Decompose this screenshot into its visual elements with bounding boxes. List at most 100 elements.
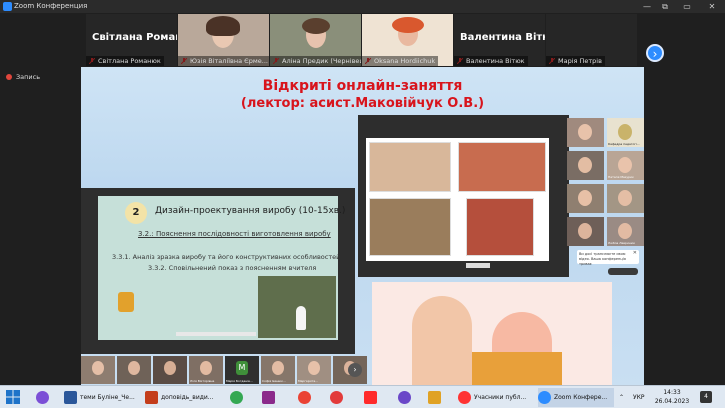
participant-video (618, 157, 632, 173)
participant-name-large: Світлана Роман... (92, 32, 177, 43)
participant-video (200, 361, 212, 375)
participant-caption: Марія Петрів (546, 56, 605, 66)
participant-video (578, 223, 592, 239)
opera-icon (330, 391, 343, 404)
participant-video (618, 190, 632, 206)
taskbar-powerpoint[interactable]: доповідь_види... (145, 388, 221, 407)
language-indicator[interactable]: УКР (633, 388, 645, 407)
maximize-button[interactable]: ▭ (678, 0, 696, 13)
system-clock[interactable]: 14:33 26.04.2023 (650, 388, 694, 406)
participant-caption: Oksana Hordiichuk (362, 56, 439, 66)
participant-tile[interactable]: Валентина Вітюк Валентина Вітюк (454, 14, 545, 66)
record-dot-icon (6, 74, 12, 80)
participant-video (578, 157, 592, 173)
gallery-tile[interactable]: Ліля Вікторівна (189, 356, 223, 384)
taskbar-files[interactable] (428, 388, 446, 407)
zoom-window: Zoom Конференция — ⧉ ▭ ✕ Світлана Роман.… (0, 0, 725, 385)
gallery-caption: Маргарита... (298, 379, 319, 383)
chevron-right-icon: › (353, 365, 357, 374)
presentation-toolbar[interactable] (176, 332, 256, 336)
chrome-icon (230, 391, 243, 404)
taskbar-yandex[interactable] (364, 388, 382, 407)
gallery-tile[interactable] (567, 151, 604, 180)
zoom-logo-icon (3, 2, 12, 11)
yandex-icon (364, 391, 377, 404)
gallery-tile[interactable]: Любов Лавринюк (607, 217, 644, 246)
classroom-photo (458, 142, 546, 192)
taskbar-word[interactable]: теми Буліне_Че... (64, 388, 140, 407)
presentation-slide: 2 Дизайн-проектування виробу (10-15хв.) … (98, 196, 345, 340)
gallery-tile[interactable]: Софія Іванюк... (261, 356, 295, 384)
next-page-button[interactable]: › (646, 44, 664, 62)
gallery-tile[interactable] (117, 356, 151, 384)
slide-subheading: 3.2.: Пояснення послідовності виготовлен… (138, 230, 331, 238)
gallery-tile[interactable] (567, 118, 604, 147)
shared-screen: Відкриті онлайн-заняття (лектор: асист.М… (81, 67, 644, 385)
share-controls[interactable] (608, 268, 638, 275)
gallery-tile[interactable] (607, 184, 644, 213)
participant-caption: Світлана Романюк (86, 56, 164, 66)
gallery-next-button[interactable]: › (348, 363, 362, 377)
close-button[interactable]: ✕ (703, 0, 721, 13)
notifications-button[interactable]: 4 (700, 391, 712, 403)
gallery-tile[interactable] (153, 356, 187, 384)
gallery-tile[interactable]: Наталя Мазурик (607, 151, 644, 180)
participant-video (272, 361, 284, 375)
taskbar-opera[interactable] (330, 388, 348, 407)
taskbar-label: Учасники публ... (474, 394, 527, 401)
children-crafts-photo (372, 282, 612, 385)
windows-start-icon[interactable] (6, 390, 20, 404)
taskbar-label: доповідь_види... (161, 394, 214, 401)
clock-date: 26.04.2023 (654, 398, 690, 405)
zoom-icon (538, 391, 551, 404)
taskbar-chrome-2[interactable] (298, 388, 316, 407)
bottom-video-row: Ліля Вікторівна M Марія Богданів... Софія… (81, 356, 371, 385)
minimize-button[interactable]: — (638, 0, 656, 13)
powerpoint-icon (145, 391, 158, 404)
participant-tile[interactable]: Світлана Роман... Світлана Романюк (86, 14, 177, 66)
gallery-tile[interactable] (567, 217, 604, 246)
participant-name-large: Валентина Вітюк (460, 32, 545, 43)
tray-expand-icon[interactable]: ⌃ (619, 388, 624, 407)
participant-hair (206, 16, 240, 36)
gallery-caption: Наталя Мазурик (608, 175, 634, 179)
taskbar-label: Zoom Конфере... (554, 394, 608, 401)
taskbar-chrome[interactable] (230, 388, 248, 407)
slide-number: 2 (125, 202, 147, 224)
participant-video (578, 124, 592, 140)
gallery-tile[interactable] (567, 184, 604, 213)
close-icon[interactable]: ✕ (633, 251, 637, 256)
gallery-tile[interactable]: Кафедра педагогі... (607, 118, 644, 147)
participant-caption: Юзія Віталіївна Єрме... (178, 56, 269, 66)
participant-caption: Валентина Вітюк (454, 56, 528, 66)
slide-title: Відкриті онлайн-заняття (262, 78, 463, 94)
gallery-tile[interactable]: M Марія Богданів... (225, 356, 259, 384)
participant-tile[interactable]: Марія Петрів (546, 14, 637, 66)
participant-tile[interactable]: Oksana Hordiichuk (362, 14, 453, 66)
participant-tile[interactable]: Юзія Віталіївна Єрме... (178, 14, 269, 66)
collage-toolbar[interactable] (466, 263, 490, 268)
photo-collage-window (358, 115, 569, 277)
taskbar-zoom[interactable]: Zoom Конфере... (538, 388, 614, 407)
recording-indicator[interactable]: Запись (6, 73, 40, 81)
avatar: M (236, 361, 248, 375)
participant-hair (392, 17, 424, 33)
slide-subtitle: (лектор: асист.Маковійчук О.В.) (240, 96, 485, 111)
restore-button[interactable]: ⧉ (656, 0, 674, 13)
gallery-tile[interactable]: Маргарита... (297, 356, 331, 384)
winrar-icon (262, 391, 275, 404)
participant-tile[interactable]: Аліна Предик (Чернівець... (270, 14, 361, 66)
title-bar: Zoom Конференция — ⧉ ▭ ✕ (0, 0, 725, 13)
taskbar-yandex-browser[interactable]: Учасники публ... (458, 388, 534, 407)
taskbar-label: теми Буліне_Че... (80, 394, 135, 401)
slide-point-1: 3.3.1. Аналіз зразка виробу та його конс… (112, 253, 341, 261)
clock-time: 14:33 (663, 389, 681, 396)
participant-video (308, 361, 320, 375)
participant-video (578, 190, 592, 206)
taskbar-cortana[interactable] (36, 388, 54, 407)
taskbar-winrar[interactable] (262, 388, 280, 407)
participant-video (128, 361, 140, 375)
taskbar-app[interactable] (398, 388, 416, 407)
gallery-tile[interactable] (81, 356, 115, 384)
classroom-photo (369, 142, 451, 192)
